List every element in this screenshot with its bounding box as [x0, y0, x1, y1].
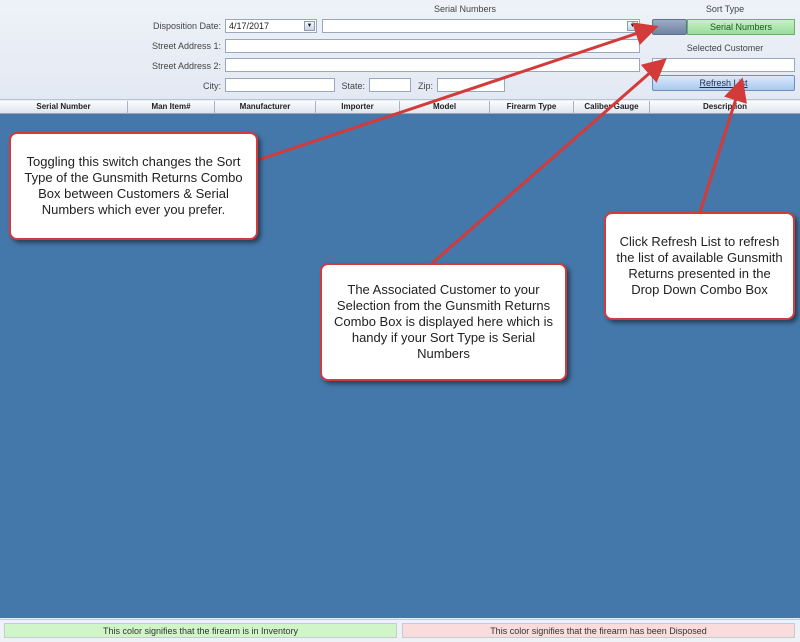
street-address-2-field[interactable]	[225, 58, 640, 72]
selected-customer-field	[652, 58, 795, 72]
city-label: City:	[203, 81, 221, 91]
disposition-date-value: 4/17/2017	[229, 21, 270, 31]
column-header-caliber-gauge[interactable]: Caliber Gauge	[574, 101, 650, 114]
column-header-firearm-type[interactable]: Firearm Type	[490, 101, 574, 114]
zip-field[interactable]	[437, 78, 505, 92]
form-area: Serial Numbers Sort Type Disposition Dat…	[0, 0, 800, 100]
customer-callout: The Associated Customer to your Selectio…	[320, 263, 567, 381]
toggle-callout-text: Toggling this switch changes the Sort Ty…	[24, 154, 243, 217]
street-address-2-label: Street Address 2:	[151, 61, 221, 71]
column-header-manufacturer[interactable]: Manufacturer	[215, 101, 316, 114]
disposed-color-legend: This color signifies that the firearm ha…	[402, 623, 795, 638]
sort-type-toggle-switch[interactable]	[652, 19, 687, 35]
chevron-down-icon[interactable]: ▼	[627, 21, 638, 31]
toggle-callout: Toggling this switch changes the Sort Ty…	[9, 132, 258, 240]
refresh-list-button[interactable]: Refresh List	[652, 75, 795, 91]
serial-numbers-title: Serial Numbers	[433, 4, 497, 14]
serial-number-combo[interactable]: ▼	[322, 19, 640, 33]
city-field[interactable]	[225, 78, 335, 92]
column-header-man-item[interactable]: Man Item#	[128, 101, 215, 114]
disposition-date-field[interactable]: 4/17/2017 ▼	[225, 19, 317, 33]
chevron-down-icon[interactable]: ▼	[304, 21, 315, 31]
sort-type-toggle-label[interactable]: Serial Numbers	[687, 19, 795, 35]
column-header-serial-number[interactable]: Serial Number	[0, 101, 128, 114]
zip-label: Zip:	[417, 81, 433, 91]
street-address-1-field[interactable]	[225, 39, 640, 53]
street-address-1-label: Street Address 1:	[151, 41, 221, 51]
refresh-callout-text: Click Refresh List to refresh the list o…	[616, 234, 783, 297]
disposition-date-label: Disposition Date:	[152, 21, 221, 31]
column-header-model[interactable]: Model	[400, 101, 490, 114]
state-label: State:	[341, 81, 365, 91]
sort-type-title: Sort Type	[705, 4, 745, 14]
column-header-importer[interactable]: Importer	[316, 101, 400, 114]
column-header-description[interactable]: Description	[650, 101, 800, 114]
refresh-callout: Click Refresh List to refresh the list o…	[604, 212, 795, 320]
customer-callout-text: The Associated Customer to your Selectio…	[334, 282, 553, 361]
grid-header: Serial Number Man Item# Manufacturer Imp…	[0, 101, 800, 114]
inventory-color-legend: This color signifies that the firearm is…	[4, 623, 397, 638]
selected-customer-title: Selected Customer	[686, 43, 764, 53]
